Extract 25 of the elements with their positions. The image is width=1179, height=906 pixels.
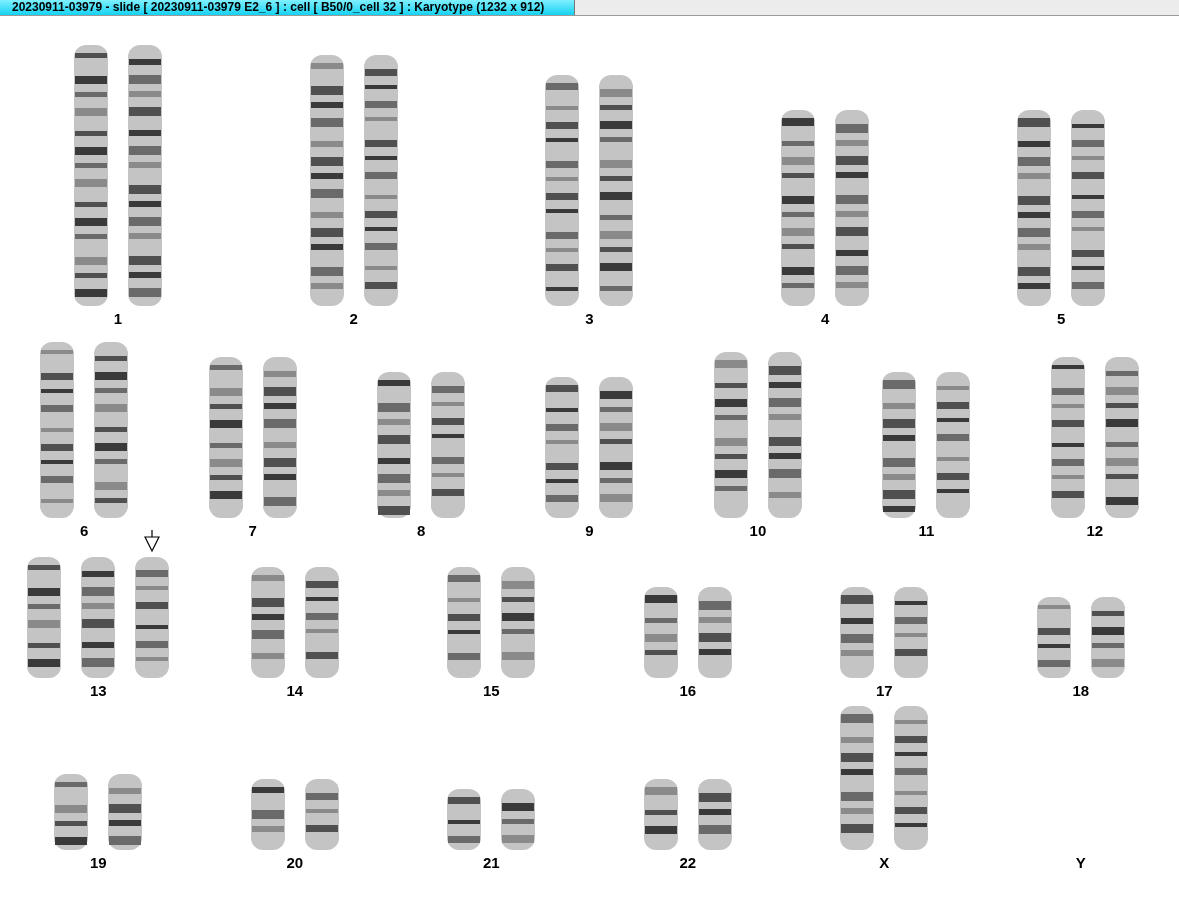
chromosome-label: 18 xyxy=(1072,682,1090,700)
chromosome-label: 19 xyxy=(89,854,107,872)
chromosome-label: 20 xyxy=(286,854,304,872)
window-title: 20230911-03979 - slide [ 20230911-03979 E2_6 ] : cell [ B50/0_cell 32 ] : Karyotype (1232 x 912) xyxy=(0,0,575,15)
chromosome-label: 14 xyxy=(286,682,304,700)
chromosome-label: 6 xyxy=(80,522,89,540)
chromosome-label: 4 xyxy=(821,310,830,328)
chromosome-label: 21 xyxy=(482,854,500,872)
chromosome-label: 5 xyxy=(1056,310,1066,328)
chromosome-label: 9 xyxy=(585,522,594,540)
chromosome-label: X xyxy=(879,854,890,872)
chromosome-label: 11 xyxy=(918,522,935,540)
chromosome-label: 8 xyxy=(416,522,426,540)
chromosome-label: 16 xyxy=(679,682,697,700)
chromosome-label: 15 xyxy=(482,682,500,700)
chromosome-label: 10 xyxy=(749,522,767,540)
chromosome-label: 3 xyxy=(585,310,594,328)
chromosome-label: 7 xyxy=(248,522,257,540)
chromosome-label: 17 xyxy=(875,682,893,700)
chromosome-label: 12 xyxy=(1086,522,1104,540)
chromosome-label: Y xyxy=(1075,854,1086,872)
chromosome-label: 22 xyxy=(679,854,697,872)
chromosome-label: 13 xyxy=(89,682,107,700)
chromosome-label: 1 xyxy=(113,310,123,328)
chromosome-label: 2 xyxy=(349,310,358,328)
